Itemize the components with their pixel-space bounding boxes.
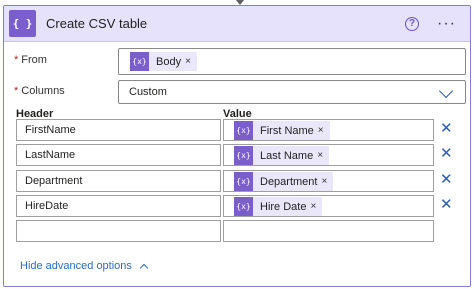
remove-token-icon[interactable]: × [318,125,330,136]
expression-icon: {x} [234,197,253,216]
columns-dropdown[interactable]: Custom [118,80,466,104]
header-cell[interactable]: LastName [16,144,221,166]
token-label: Body [156,55,182,68]
data-operation-glyph: { } [12,17,33,30]
value-cell[interactable]: {x} First Name × [223,119,434,141]
expression-icon: {x} [234,172,253,191]
remove-token-icon[interactable]: × [321,176,333,187]
columns-label: * Columns [14,85,65,97]
remove-token-icon[interactable]: × [317,150,329,161]
action-card: { } Create CSV table ? ··· * From {x} Bod… [3,5,471,287]
header-cell[interactable]: FirstName [16,119,221,141]
hide-advanced-options-link[interactable]: Hide advanced options [20,260,149,272]
help-glyph: ? [408,18,416,29]
header-cell-text: LastName [25,149,76,161]
header-cell-empty[interactable] [16,220,221,242]
delete-row-icon[interactable]: ✕ [440,121,453,136]
columns-label-text: Columns [21,85,65,97]
from-label-text: From [21,54,47,66]
token-last-name[interactable]: {x} Last Name × [234,146,330,165]
token-label: Last Name [260,149,314,162]
from-input[interactable]: {x} Body × [118,48,466,75]
header-cell[interactable]: Department [16,170,221,192]
token-label: Department [260,175,318,188]
value-cell[interactable]: {x} Hire Date × [223,195,434,217]
columns-selected-value: Custom [129,86,167,98]
from-label: * From [14,54,47,66]
expression-icon: {x} [234,146,253,165]
more-options-icon[interactable]: ··· [437,15,456,31]
token-hire-date[interactable]: {x} Hire Date × [234,197,323,216]
token-label: Hire Date [260,200,307,213]
token-department[interactable]: {x} Department × [234,172,334,191]
value-cell-empty[interactable] [223,220,434,242]
delete-row-icon[interactable]: ✕ [440,146,453,161]
value-cell[interactable]: {x} Last Name × [223,144,434,166]
required-mark: * [14,85,19,97]
remove-token-icon[interactable]: × [310,201,322,212]
remove-token-icon[interactable]: × [185,56,197,67]
action-title[interactable]: Create CSV table [46,16,405,31]
expression-icon: {x} [130,52,149,71]
token-label: First Name [260,124,314,137]
chevron-down-icon[interactable] [438,83,454,99]
chevron-up-icon [139,263,149,272]
delete-row-icon[interactable]: ✕ [440,172,453,187]
data-operation-icon: { } [9,10,36,37]
advanced-options-label: Hide advanced options [20,260,132,272]
header-cell-text: FirstName [25,124,76,136]
value-cell[interactable]: {x} Department × [223,170,434,192]
delete-row-icon[interactable]: ✕ [440,197,453,212]
header-cell[interactable]: HireDate [16,195,221,217]
token-body[interactable]: {x} Body × [130,52,197,71]
header-cell-text: HireDate [25,200,69,212]
help-icon[interactable]: ? [405,16,420,31]
token-first-name[interactable]: {x} First Name × [234,121,330,140]
expression-icon: {x} [234,121,253,140]
action-header[interactable]: { } Create CSV table ? ··· [4,6,470,42]
header-cell-text: Department [25,175,83,187]
required-mark: * [14,54,19,66]
